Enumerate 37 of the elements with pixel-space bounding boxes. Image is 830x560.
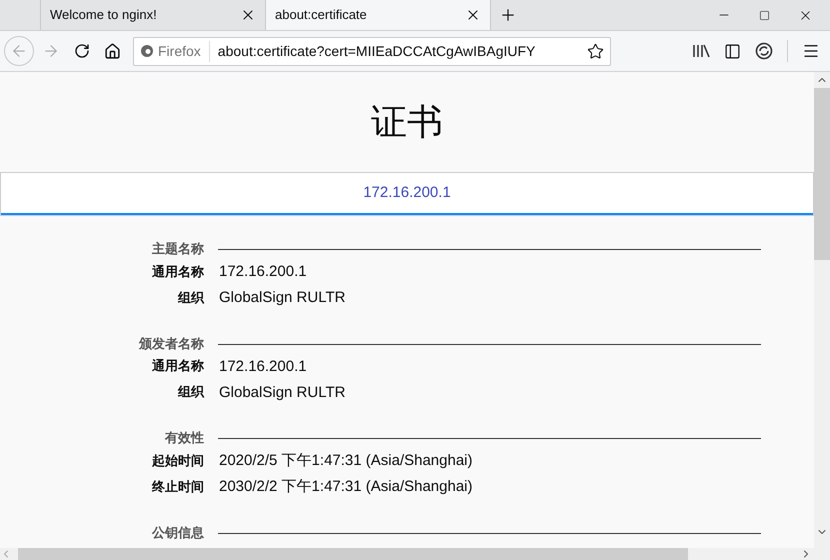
browser-tab[interactable]: about:certificate — [265, 0, 490, 30]
section-heading: 主题名称 — [151, 240, 204, 259]
section-heading: 颁发者名称 — [138, 336, 204, 354]
field-value: 2020/2/5 下午1:47:31 (Asia/Shanghai) — [219, 451, 472, 472]
certificate-tab[interactable]: 172.16.200.1 — [1, 173, 813, 215]
sync-icon[interactable] — [755, 42, 773, 60]
horizontal-scrollbar[interactable] — [0, 548, 814, 560]
scrollbar-thumb[interactable] — [18, 548, 688, 560]
firefox-logo-icon — [140, 44, 154, 58]
field-value: GlobalSign RULTR — [219, 382, 346, 403]
section-heading: 有效性 — [164, 430, 204, 448]
field-label: 起始时间 — [151, 452, 204, 471]
maximize-icon[interactable] — [759, 10, 770, 20]
page-title: 证书 — [370, 101, 444, 145]
menu-icon[interactable] — [802, 42, 820, 60]
vertical-scrollbar[interactable] — [814, 72, 830, 560]
home-icon[interactable] — [104, 42, 121, 60]
section-heading: 公钥信息 — [150, 524, 204, 542]
field-label: 终止时间 — [150, 478, 204, 497]
field-value: GlobalSign RULTR — [219, 288, 346, 308]
reload-icon[interactable] — [74, 43, 90, 59]
sidebar-icon[interactable] — [724, 42, 741, 60]
scrollbar-thumb[interactable] — [814, 88, 830, 260]
tab-title: about:certificate — [275, 6, 368, 24]
url-bar[interactable]: Firefox about:certificate?cert=MIIEaDCCAtCgAwIBAgIUFY — [133, 36, 611, 66]
field-label: 组织 — [176, 384, 204, 402]
library-icon[interactable] — [692, 43, 710, 59]
field-value: 172.16.200.1 — [219, 356, 307, 377]
field-label: 组织 — [176, 290, 204, 308]
url-text: about:certificate?cert=MIIEaDCCAtCgAwIBAgIUFY — [218, 42, 536, 61]
field-value: 172.16.200.1 — [219, 262, 307, 282]
bookmark-star-icon[interactable] — [587, 42, 604, 60]
field-label: 通用名称 — [151, 358, 204, 376]
identity-label: Firefox — [158, 40, 210, 62]
tab-title: Welcome to nginx! — [50, 6, 158, 24]
field-label: 通用名称 — [151, 264, 204, 282]
field-value: 2030/2/2 下午1:47:31 (Asia/Shanghai) — [219, 477, 472, 498]
